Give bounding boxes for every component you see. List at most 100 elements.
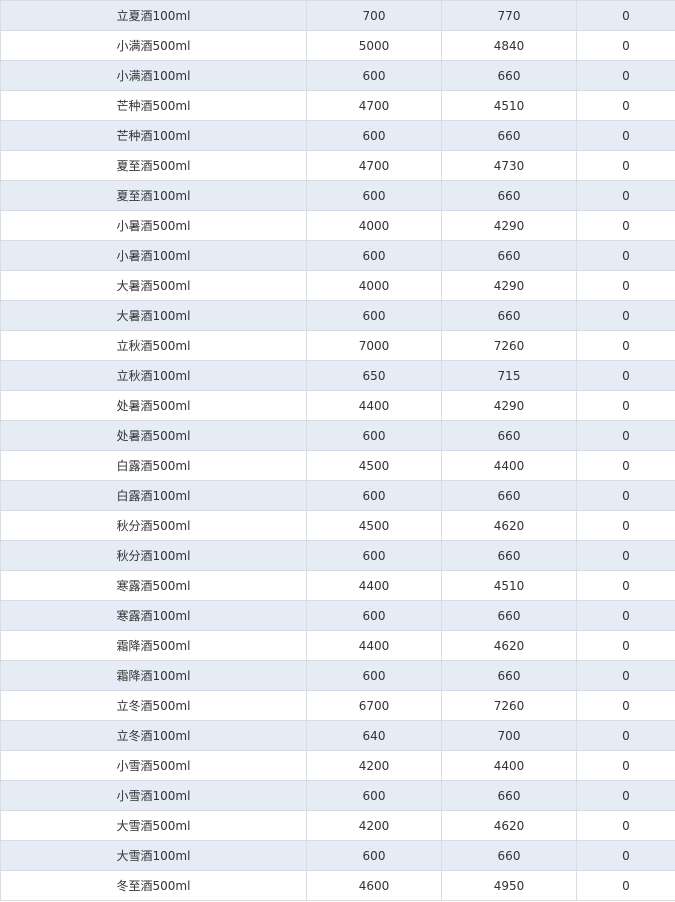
table-row: 白露酒100ml 600 660 0 — [0, 480, 675, 511]
table-row: 秋分酒100ml 600 660 0 — [0, 540, 675, 571]
value-cell-c: 0 — [576, 420, 675, 451]
product-name-cell: 夏至酒100ml — [0, 180, 307, 211]
product-name-cell: 大暑酒100ml — [0, 300, 307, 331]
value-cell-c: 0 — [576, 360, 675, 391]
value-cell-b: 4290 — [441, 390, 577, 421]
value-cell-c: 0 — [576, 540, 675, 571]
product-name-cell: 立冬酒500ml — [0, 690, 307, 721]
value-cell-c: 0 — [576, 720, 675, 751]
product-name-cell: 霜降酒500ml — [0, 630, 307, 661]
value-cell-c: 0 — [576, 240, 675, 271]
value-cell-c: 0 — [576, 210, 675, 241]
table-row: 夏至酒500ml 4700 4730 0 — [0, 150, 675, 181]
value-cell-c: 0 — [576, 30, 675, 61]
table-row: 秋分酒500ml 4500 4620 0 — [0, 510, 675, 541]
value-cell-b: 660 — [441, 300, 577, 331]
value-cell-c: 0 — [576, 870, 675, 901]
value-cell-c: 0 — [576, 150, 675, 181]
value-cell-a: 600 — [306, 240, 442, 271]
value-cell-b: 700 — [441, 720, 577, 751]
table-row: 立冬酒500ml 6700 7260 0 — [0, 690, 675, 721]
value-cell-b: 660 — [441, 240, 577, 271]
table-row: 大暑酒100ml 600 660 0 — [0, 300, 675, 331]
product-name-cell: 白露酒500ml — [0, 450, 307, 481]
value-cell-a: 600 — [306, 540, 442, 571]
value-cell-c: 0 — [576, 810, 675, 841]
product-name-cell: 大雪酒100ml — [0, 840, 307, 871]
table-row: 小满酒500ml 5000 4840 0 — [0, 30, 675, 61]
value-cell-b: 7260 — [441, 330, 577, 361]
value-cell-a: 700 — [306, 0, 442, 31]
value-cell-a: 6700 — [306, 690, 442, 721]
value-cell-a: 4400 — [306, 390, 442, 421]
value-cell-c: 0 — [576, 630, 675, 661]
value-cell-a: 4200 — [306, 810, 442, 841]
product-name-cell: 小雪酒500ml — [0, 750, 307, 781]
value-cell-a: 600 — [306, 660, 442, 691]
value-cell-b: 660 — [441, 120, 577, 151]
value-cell-c: 0 — [576, 450, 675, 481]
table-row: 大雪酒100ml 600 660 0 — [0, 840, 675, 871]
value-cell-a: 600 — [306, 600, 442, 631]
table-row: 大雪酒500ml 4200 4620 0 — [0, 810, 675, 841]
table-row: 霜降酒500ml 4400 4620 0 — [0, 630, 675, 661]
value-cell-c: 0 — [576, 510, 675, 541]
value-cell-c: 0 — [576, 840, 675, 871]
product-name-cell: 芒种酒100ml — [0, 120, 307, 151]
value-cell-c: 0 — [576, 750, 675, 781]
table-row: 大暑酒500ml 4000 4290 0 — [0, 270, 675, 301]
value-cell-b: 7260 — [441, 690, 577, 721]
value-cell-a: 600 — [306, 120, 442, 151]
table-row: 夏至酒100ml 600 660 0 — [0, 180, 675, 211]
value-cell-a: 4000 — [306, 210, 442, 241]
value-cell-a: 7000 — [306, 330, 442, 361]
value-cell-a: 4000 — [306, 270, 442, 301]
table-row: 寒露酒100ml 600 660 0 — [0, 600, 675, 631]
value-cell-b: 4510 — [441, 570, 577, 601]
product-name-cell: 寒露酒500ml — [0, 570, 307, 601]
product-name-cell: 大暑酒500ml — [0, 270, 307, 301]
value-cell-a: 4500 — [306, 510, 442, 541]
value-cell-a: 5000 — [306, 30, 442, 61]
product-name-cell: 白露酒100ml — [0, 480, 307, 511]
table-row: 小满酒100ml 600 660 0 — [0, 60, 675, 91]
value-cell-a: 4500 — [306, 450, 442, 481]
value-cell-b: 660 — [441, 600, 577, 631]
value-cell-a: 600 — [306, 780, 442, 811]
value-cell-c: 0 — [576, 570, 675, 601]
value-cell-b: 660 — [441, 840, 577, 871]
value-cell-b: 770 — [441, 0, 577, 31]
product-name-cell: 寒露酒100ml — [0, 600, 307, 631]
value-cell-b: 660 — [441, 660, 577, 691]
value-cell-a: 4700 — [306, 150, 442, 181]
product-name-cell: 小雪酒100ml — [0, 780, 307, 811]
product-name-cell: 处暑酒500ml — [0, 390, 307, 421]
value-cell-b: 715 — [441, 360, 577, 391]
value-cell-b: 660 — [441, 540, 577, 571]
value-cell-c: 0 — [576, 90, 675, 121]
table-row: 处暑酒500ml 600 660 0 — [0, 420, 675, 451]
table-row: 白露酒500ml 4500 4400 0 — [0, 450, 675, 481]
value-cell-b: 4730 — [441, 150, 577, 181]
value-cell-a: 600 — [306, 60, 442, 91]
value-cell-c: 0 — [576, 180, 675, 211]
value-cell-c: 0 — [576, 600, 675, 631]
table-row: 处暑酒500ml 4400 4290 0 — [0, 390, 675, 421]
value-cell-b: 4290 — [441, 210, 577, 241]
product-name-cell: 芒种酒500ml — [0, 90, 307, 121]
value-cell-c: 0 — [576, 480, 675, 511]
value-cell-a: 600 — [306, 480, 442, 511]
product-name-cell: 小满酒500ml — [0, 30, 307, 61]
product-name-cell: 小暑酒500ml — [0, 210, 307, 241]
value-cell-c: 0 — [576, 390, 675, 421]
value-cell-a: 4400 — [306, 570, 442, 601]
table-body: 立夏酒100ml 700 770 0 小满酒500ml 5000 4840 0 小满酒100ml… — [0, 0, 675, 901]
value-cell-b: 4620 — [441, 510, 577, 541]
value-cell-a: 4600 — [306, 870, 442, 901]
table-row: 小暑酒500ml 4000 4290 0 — [0, 210, 675, 241]
product-name-cell: 小暑酒100ml — [0, 240, 307, 271]
product-price-table: 立夏酒100ml 700 770 0 小满酒500ml 5000 4840 0 小满酒100ml… — [0, 0, 675, 901]
product-name-cell: 秋分酒100ml — [0, 540, 307, 571]
value-cell-a: 600 — [306, 300, 442, 331]
value-cell-b: 4620 — [441, 630, 577, 661]
